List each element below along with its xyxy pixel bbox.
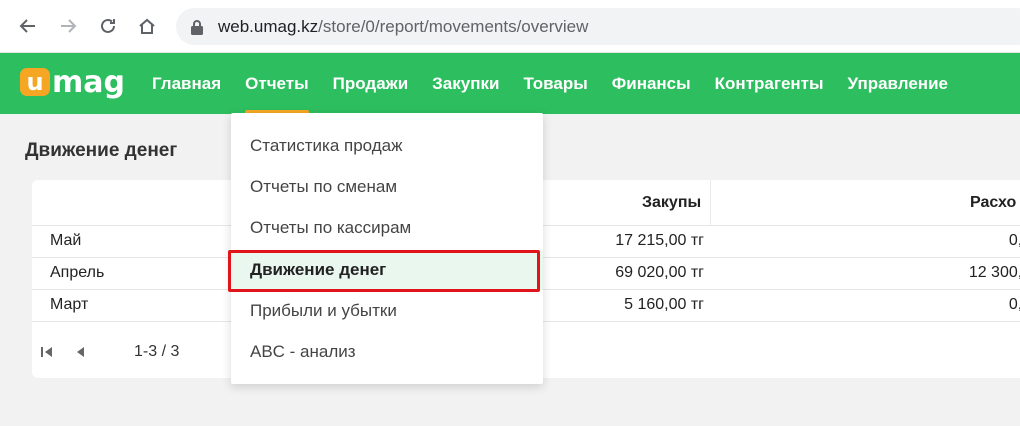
umag-logo[interactable]: u mag — [20, 64, 125, 100]
url-host: web.umag.kz — [218, 16, 319, 36]
cell-expenses: 12 300,00 — [968, 264, 1020, 281]
cell-month: Май — [50, 232, 82, 249]
address-bar[interactable]: web.umag.kz/store/0/report/movements/ove… — [176, 8, 1020, 45]
home-icon — [139, 18, 155, 34]
dropdown-item-sales-stats[interactable]: Статистика продаж — [231, 126, 543, 166]
menu-item-purchases[interactable]: Закупки — [420, 53, 511, 114]
cell-purchases: 69 020,00 тг — [615, 264, 704, 281]
logo-badge: u — [20, 68, 50, 96]
menu-item-management[interactable]: Управление — [836, 53, 960, 114]
menu-item-counterparties[interactable]: Контрагенты — [703, 53, 836, 114]
url-path: /store/0/report/movements/overview — [318, 16, 589, 36]
browser-toolbar: web.umag.kz/store/0/report/movements/ove… — [0, 0, 1020, 53]
column-header-purchases[interactable]: Закупы — [642, 194, 701, 212]
column-header-expenses[interactable]: Расхо — [970, 194, 1016, 212]
arrow-left-icon — [19, 19, 35, 33]
cell-month: Март — [50, 296, 89, 313]
menu-item-home[interactable]: Главная — [140, 53, 233, 114]
home-button[interactable] — [133, 12, 161, 40]
forward-button[interactable] — [54, 12, 82, 40]
dropdown-item-profit-loss[interactable]: Прибыли и убытки — [231, 291, 543, 331]
pager-range: 1-3 / 3 — [134, 343, 180, 360]
menu-item-finance[interactable]: Финансы — [600, 53, 703, 114]
reload-button[interactable] — [94, 12, 122, 40]
cell-expenses: 0,00 — [1008, 296, 1020, 313]
page-title: Движение денег — [25, 140, 178, 161]
pagination: 1-3 / 3 — [40, 342, 179, 362]
cell-purchases: 5 160,00 тг — [624, 296, 704, 313]
column-divider — [710, 180, 711, 226]
first-page-icon[interactable] — [40, 345, 54, 359]
cell-purchases: 17 215,00 тг — [615, 232, 704, 249]
logo-text: mag — [52, 64, 125, 100]
dropdown-item-shift-reports[interactable]: Отчеты по сменам — [231, 167, 543, 207]
dropdown-item-abc-analysis[interactable]: ABC - анализ — [231, 332, 543, 372]
cell-expenses: 0,00 — [1008, 232, 1020, 249]
menu-item-sales[interactable]: Продажи — [321, 53, 421, 114]
reports-dropdown: Статистика продаж Отчеты по сменам Отчет… — [231, 113, 543, 384]
cell-month: Апрель — [50, 264, 105, 281]
url-text: web.umag.kz/store/0/report/movements/ove… — [218, 17, 588, 37]
lock-icon — [191, 19, 203, 35]
main-menu: Главная Отчеты Продажи Закупки Товары Фи… — [140, 53, 960, 114]
dropdown-item-cashier-reports[interactable]: Отчеты по кассирам — [231, 208, 543, 248]
arrow-right-icon — [61, 19, 77, 33]
app-header: u mag Главная Отчеты Продажи Закупки Тов… — [0, 53, 1020, 114]
reload-icon — [101, 18, 115, 33]
menu-item-reports[interactable]: Отчеты — [233, 53, 321, 114]
menu-item-products[interactable]: Товары — [511, 53, 599, 114]
dropdown-item-money-movement[interactable]: Движение денег — [231, 250, 543, 290]
back-button[interactable] — [14, 12, 42, 40]
prev-page-icon[interactable] — [74, 345, 88, 359]
